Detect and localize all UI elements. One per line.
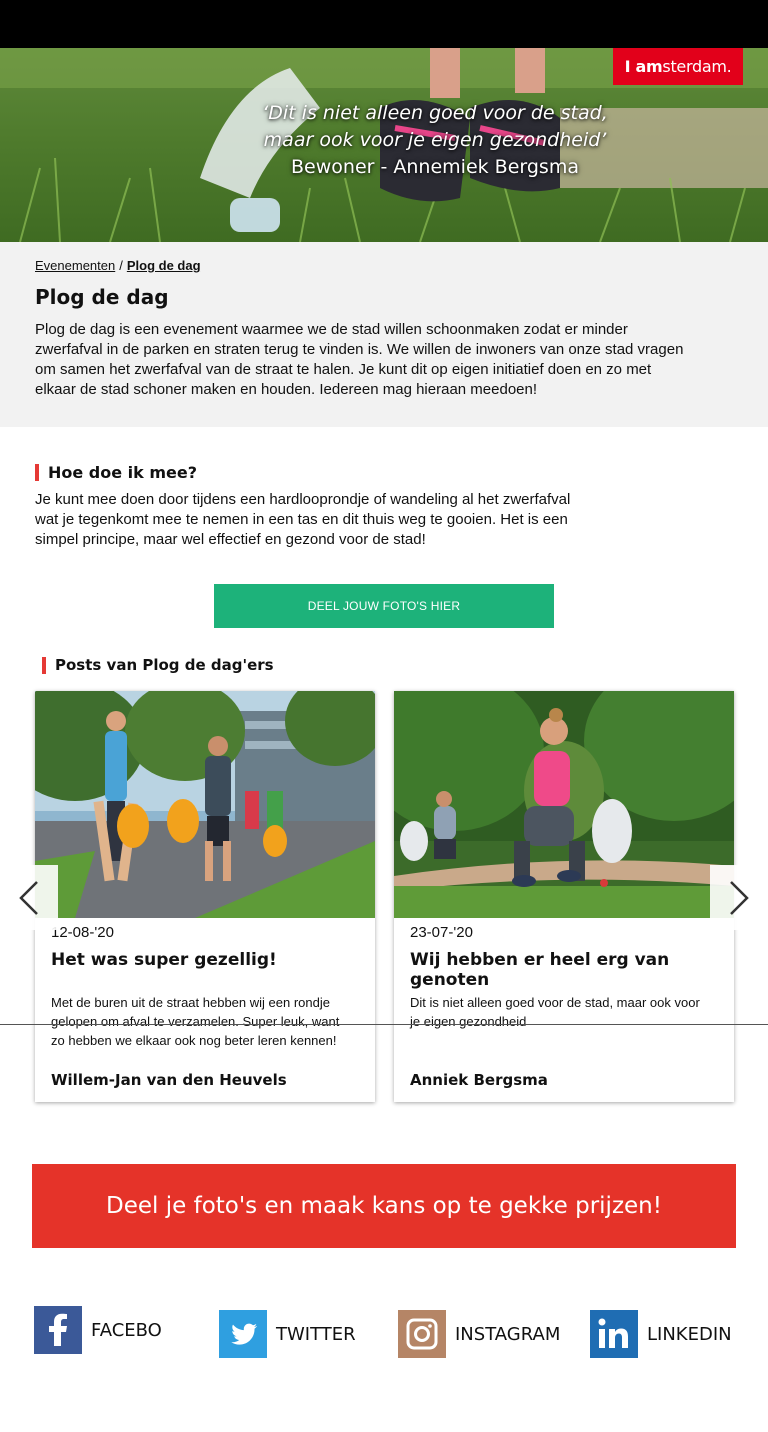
- breadcrumb-current[interactable]: Plog de dag: [127, 258, 201, 273]
- divider-line: [0, 1024, 768, 1025]
- breadcrumb-separator: /: [119, 258, 123, 273]
- how-heading: Hoe doe ik mee?: [35, 464, 197, 481]
- post-text: Dit is niet alleen goed voor de stad, ma…: [410, 995, 700, 1029]
- post-card[interactable]: 23-07-'20 Wij hebben er heel erg van gen…: [394, 691, 734, 1102]
- logo-rest: sterdam.: [662, 57, 732, 76]
- hero-banner: ‘Dit is niet alleen goed voor de stad, m…: [0, 48, 768, 242]
- logo-prefix: I am: [624, 57, 663, 76]
- intro-section: Evenementen / Plog de dag Plog de dag Plog…: [0, 242, 768, 427]
- intro-text: Plog de dag is een evenement waarmee we …: [35, 321, 684, 398]
- social-linkedin[interactable]: LINKEDIN: [590, 1310, 732, 1358]
- breadcrumb-link-evenementen[interactable]: Evenementen: [35, 258, 115, 273]
- post-text: Met de buren uit de straat hebben wij ee…: [51, 995, 340, 1048]
- post-date: 12-08-'20: [51, 924, 114, 941]
- social-label: INSTAGRAM: [455, 1323, 561, 1345]
- linkedin-icon: [590, 1310, 638, 1358]
- social-instagram[interactable]: INSTAGRAM: [398, 1310, 560, 1358]
- posts-heading: Posts van Plog de dag'ers: [42, 657, 274, 674]
- how-text: Je kunt mee doen door tijdens een hardlo…: [35, 491, 571, 548]
- hero-quote-author: Bewoner - Annemiek Bergsma: [291, 156, 579, 178]
- social-label: FACEBO: [91, 1319, 162, 1341]
- post-card[interactable]: 12-08-'20 Het was super gezellig! Met de…: [35, 691, 375, 1102]
- chevron-left-icon: [19, 880, 38, 915]
- chevron-right-icon: [730, 880, 749, 915]
- post-title: Het was super gezellig!: [51, 950, 277, 970]
- carousel-next-button[interactable]: [710, 865, 768, 930]
- i-amsterdam-logo[interactable]: I am sterdam.: [613, 48, 743, 85]
- social-label: LINKEDIN: [647, 1323, 732, 1345]
- hero-quote-line: maar ook voor je eigen gezondheid’: [263, 129, 607, 151]
- carousel-prev-button[interactable]: [0, 865, 58, 930]
- social-label: TWITTER: [276, 1323, 356, 1345]
- post-author: Anniek Bergsma: [410, 1071, 548, 1089]
- hero-quote: ‘Dit is niet alleen goed voor de stad, m…: [180, 100, 690, 181]
- hero-quote-line: ‘Dit is niet alleen goed voor de stad,: [262, 102, 608, 124]
- social-facebook[interactable]: FACEBO: [34, 1306, 162, 1354]
- breadcrumb: Evenementen / Plog de dag: [35, 258, 201, 273]
- twitter-icon: [219, 1310, 267, 1358]
- status-bar: [0, 0, 768, 48]
- post-date: 23-07-'20: [410, 924, 473, 941]
- social-twitter[interactable]: TWITTER: [219, 1310, 356, 1358]
- post-title: Wij hebben er heel erg van genoten: [410, 950, 670, 990]
- page-title: Plog de dag: [35, 285, 169, 309]
- post-photo: [394, 691, 734, 918]
- post-photo: [35, 691, 375, 918]
- instagram-icon: [398, 1310, 446, 1358]
- post-author: Willem-Jan van den Heuvels: [51, 1071, 287, 1089]
- prize-banner[interactable]: Deel je foto's en maak kans op te gekke …: [32, 1164, 736, 1248]
- share-photos-button[interactable]: DEEL JOUW FOTO'S HIER: [214, 584, 554, 628]
- facebook-icon: [34, 1306, 82, 1354]
